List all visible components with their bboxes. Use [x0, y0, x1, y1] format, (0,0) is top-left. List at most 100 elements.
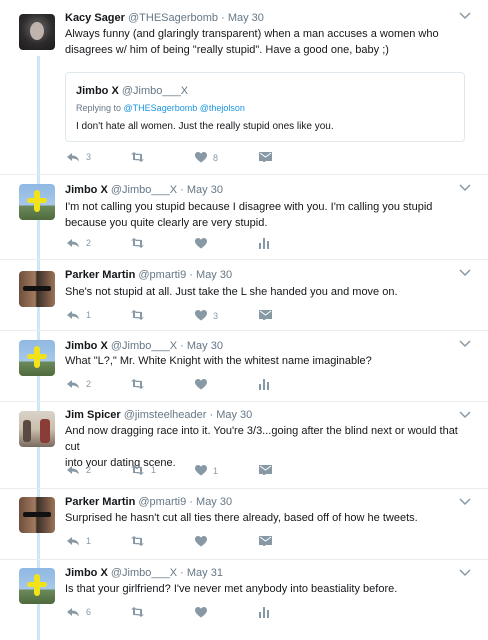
- reply-button[interactable]: 2: [66, 238, 91, 248]
- avatar[interactable]: [19, 411, 55, 447]
- tweet-text-line: Is that your girlfriend? I've never met …: [65, 583, 398, 595]
- chevron-down-icon[interactable]: [459, 338, 471, 350]
- author-handle[interactable]: @Jimbo___X: [111, 184, 177, 196]
- avatar[interactable]: [19, 497, 55, 533]
- like-button[interactable]: [195, 238, 213, 249]
- envelope-icon: [259, 536, 272, 546]
- like-button[interactable]: 3: [195, 310, 218, 321]
- like-button[interactable]: 1: [195, 465, 218, 476]
- heart-icon: [195, 607, 207, 618]
- tweet-timestamp[interactable]: May 30: [196, 269, 232, 281]
- retweet-button[interactable]: [130, 310, 151, 320]
- retweet-button[interactable]: [130, 152, 151, 162]
- retweet-button[interactable]: [130, 536, 151, 546]
- analytics-button[interactable]: [259, 607, 269, 618]
- tweet-jimbo-x[interactable]: Jimbo X @Jimbo___X · May 30 What "L?," M…: [0, 330, 488, 400]
- reply-icon: [67, 380, 79, 389]
- reply-count: 2: [86, 465, 92, 475]
- tweet-jimbo-x[interactable]: Jimbo X @Jimbo___X · May 30 I'm not call…: [0, 174, 488, 258]
- reply-button[interactable]: 1: [66, 536, 91, 546]
- reply-count: 1: [86, 536, 92, 546]
- analytics-icon: [259, 379, 269, 390]
- author-handle[interactable]: @Jimbo___X: [111, 567, 177, 579]
- tweet-timestamp[interactable]: May 31: [187, 567, 223, 579]
- author-handle[interactable]: @THESagerbomb: [128, 12, 218, 24]
- tweet-timestamp[interactable]: May 30: [228, 12, 264, 24]
- like-button[interactable]: [195, 536, 213, 547]
- replying-to-handles[interactable]: @THESagerbomb @thejolson: [124, 103, 245, 113]
- quoted-tweet[interactable]: Jimbo X @Jimbo___X Replying to @THESager…: [65, 72, 465, 142]
- author-handle[interactable]: @Jimbo___X: [111, 340, 177, 352]
- analytics-button[interactable]: [259, 238, 269, 249]
- chevron-down-icon[interactable]: [459, 496, 471, 508]
- direct-message-button[interactable]: [259, 536, 272, 546]
- author-name[interactable]: Jimbo X: [65, 340, 108, 352]
- avatar[interactable]: [19, 271, 55, 307]
- author-name[interactable]: Jim Spicer: [65, 409, 121, 421]
- envelope-icon: [259, 310, 272, 320]
- retweet-icon: [131, 238, 144, 248]
- tweet-text: I'm not calling you stupid because I dis…: [65, 199, 460, 231]
- avatar[interactable]: [19, 340, 55, 376]
- like-count: 3: [213, 310, 219, 321]
- like-button[interactable]: 8: [195, 152, 218, 163]
- direct-message-button[interactable]: [259, 465, 272, 475]
- tweet-header: Parker Martin @pmarti9 · May 30: [65, 269, 232, 281]
- chevron-down-icon[interactable]: [459, 182, 471, 194]
- retweet-button[interactable]: 1: [130, 465, 156, 475]
- quoted-author-name: Jimbo X: [76, 85, 119, 97]
- retweet-icon: [131, 607, 144, 617]
- tweet-timestamp[interactable]: May 30: [187, 340, 223, 352]
- reply-button[interactable]: 2: [66, 379, 91, 389]
- like-button[interactable]: [195, 607, 213, 618]
- tweet-timestamp[interactable]: May 30: [187, 184, 223, 196]
- tweet-parker-martin[interactable]: Parker Martin @pmarti9 · May 30 She's no…: [0, 259, 488, 329]
- separator-dot: ·: [189, 269, 193, 281]
- reply-count: 6: [86, 607, 92, 617]
- author-name[interactable]: Kacy Sager: [65, 12, 125, 24]
- tweet-header: Jim Spicer @jimsteelheader · May 30: [65, 409, 252, 421]
- reply-button[interactable]: 1: [66, 310, 91, 320]
- author-name[interactable]: Jimbo X: [65, 567, 108, 579]
- author-name[interactable]: Parker Martin: [65, 496, 135, 508]
- chevron-down-icon[interactable]: [459, 267, 471, 279]
- reply-icon: [67, 466, 79, 475]
- analytics-button[interactable]: [259, 379, 269, 390]
- analytics-icon: [259, 238, 269, 249]
- reply-button[interactable]: 2: [66, 465, 91, 475]
- like-button[interactable]: [195, 379, 213, 390]
- tweet-timestamp[interactable]: May 30: [196, 496, 232, 508]
- tweet-text: Surprised he hasn't cut all ties there a…: [65, 510, 460, 526]
- reply-button[interactable]: 3: [66, 152, 91, 162]
- reply-icon: [67, 153, 79, 162]
- retweet-button[interactable]: [130, 238, 151, 248]
- tweet-header: Parker Martin @pmarti9 · May 30: [65, 496, 232, 508]
- author-handle[interactable]: @pmarti9: [138, 269, 186, 281]
- tweet-jim-spicer[interactable]: Jim Spicer @jimsteelheader · May 30 And …: [0, 401, 488, 487]
- separator-dot: ·: [180, 184, 184, 196]
- chevron-down-icon[interactable]: [459, 10, 471, 22]
- reply-button[interactable]: 6: [66, 607, 91, 617]
- tweet-timestamp[interactable]: May 30: [216, 409, 252, 421]
- tweet-jimbo-x[interactable]: Jimbo X @Jimbo___X · May 31 Is that your…: [0, 559, 488, 640]
- author-handle[interactable]: @jimsteelheader: [124, 409, 207, 421]
- author-name[interactable]: Parker Martin: [65, 269, 135, 281]
- tweet-parker-martin[interactable]: Parker Martin @pmarti9 · May 30 Surprise…: [0, 488, 488, 558]
- author-handle[interactable]: @pmarti9: [138, 496, 186, 508]
- direct-message-button[interactable]: [259, 152, 272, 162]
- avatar[interactable]: [19, 568, 55, 604]
- chevron-down-icon[interactable]: [459, 567, 471, 579]
- tweet-kacy-sager[interactable]: Kacy Sager @THESagerbomb · May 30 Always…: [0, 0, 488, 172]
- avatar[interactable]: [19, 14, 55, 50]
- retweet-button[interactable]: [130, 607, 151, 617]
- tweet-text: Always funny (and glaringly transparent)…: [65, 26, 460, 58]
- reply-icon: [67, 239, 79, 248]
- like-count: 8: [213, 152, 219, 163]
- author-name[interactable]: Jimbo X: [65, 184, 108, 196]
- direct-message-button[interactable]: [259, 310, 272, 320]
- retweet-button[interactable]: [130, 379, 151, 389]
- chevron-down-icon[interactable]: [459, 409, 471, 421]
- avatar[interactable]: [19, 184, 55, 220]
- heart-icon: [195, 238, 207, 249]
- tweet-text-line: She's not stupid at all. Just take the L…: [65, 286, 398, 298]
